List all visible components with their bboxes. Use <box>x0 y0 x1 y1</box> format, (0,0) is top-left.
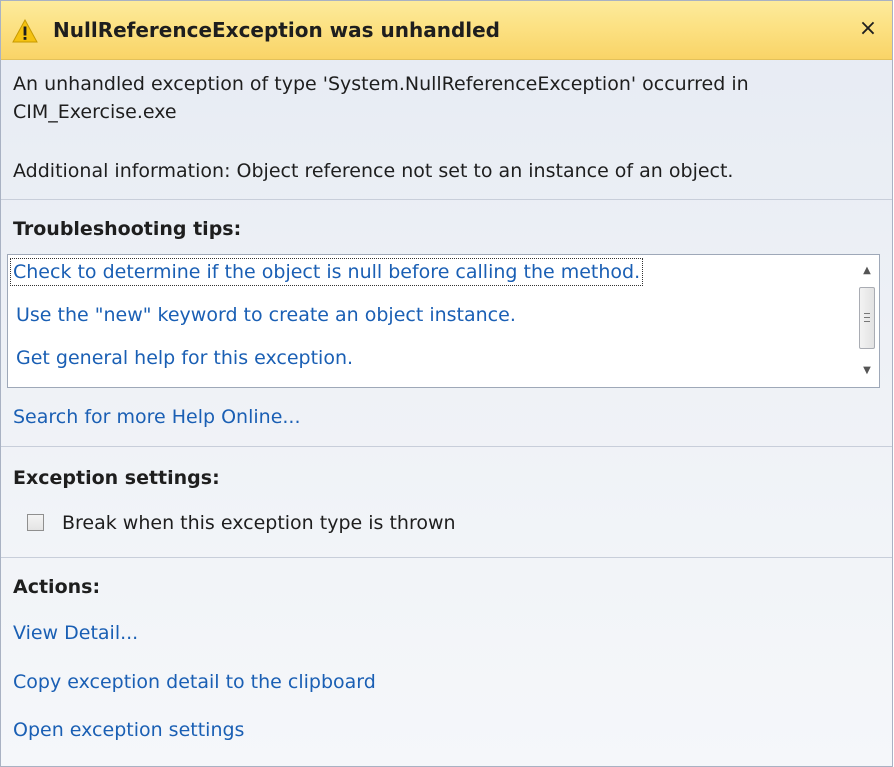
additional-information: Additional information: Object reference… <box>13 160 734 182</box>
actions-heading: Actions: <box>13 576 101 598</box>
grip-line <box>864 313 870 314</box>
break-on-throw-label[interactable]: Break when this exception type is thrown <box>62 510 456 536</box>
close-button[interactable]: × <box>856 16 880 42</box>
exception-dialog: NullReferenceException was unhandled × A… <box>0 0 893 767</box>
search-help-online-link[interactable]: Search for more Help Online... <box>13 404 301 430</box>
section-divider <box>1 446 892 447</box>
scroll-thumb[interactable] <box>859 287 875 349</box>
break-on-throw-checkbox[interactable] <box>27 514 44 531</box>
exception-message-line-2: CIM_Exercise.exe <box>13 101 177 123</box>
scroll-up-arrow-icon[interactable]: ▲ <box>855 261 879 281</box>
section-divider <box>1 199 892 200</box>
title-bar: NullReferenceException was unhandled × <box>1 1 892 60</box>
grip-line <box>864 321 870 322</box>
tip-link-new-keyword[interactable]: Use the "new" keyword to create an objec… <box>16 302 516 328</box>
warning-icon <box>12 19 38 43</box>
dialog-title: NullReferenceException was unhandled <box>53 18 501 42</box>
tips-scrollbar[interactable]: ▲ ▼ <box>855 255 879 387</box>
troubleshooting-tips-list: Check to determine if the object is null… <box>7 254 880 388</box>
grip-line <box>864 317 870 318</box>
tip-link-null-check[interactable]: Check to determine if the object is null… <box>9 258 644 286</box>
exception-settings-heading: Exception settings: <box>13 467 220 489</box>
scroll-down-arrow-icon[interactable]: ▼ <box>855 361 879 381</box>
section-divider <box>1 557 892 558</box>
view-detail-link[interactable]: View Detail... <box>13 620 138 646</box>
open-exception-settings-link[interactable]: Open exception settings <box>13 717 244 743</box>
exception-message-line-1: An unhandled exception of type 'System.N… <box>13 73 749 95</box>
tip-link-general-help[interactable]: Get general help for this exception. <box>16 345 353 371</box>
copy-exception-detail-link[interactable]: Copy exception detail to the clipboard <box>13 669 376 695</box>
troubleshooting-heading: Troubleshooting tips: <box>13 218 242 240</box>
